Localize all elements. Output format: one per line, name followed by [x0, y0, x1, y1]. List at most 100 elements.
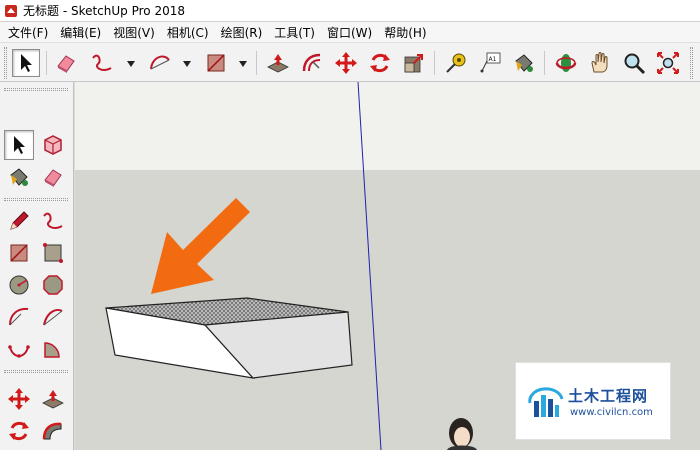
pan-tool-button[interactable]	[586, 49, 614, 77]
freehand-icon	[43, 212, 63, 229]
orbit-tool-button[interactable]	[552, 49, 580, 77]
watermark-name: 土木工程网	[568, 387, 649, 405]
push-pull-tool-button[interactable]	[264, 49, 292, 77]
offset-icon	[302, 53, 321, 72]
sidebar-rotated-rectangle-button[interactable]	[38, 238, 68, 268]
sidebar-push-pull-button[interactable]	[38, 384, 68, 414]
chevron-down-icon[interactable]	[126, 60, 136, 68]
move-icon	[335, 52, 357, 74]
menu-edit[interactable]: 编辑(E)	[56, 24, 105, 41]
menu-camera[interactable]: 相机(C)	[163, 24, 213, 41]
sidebar-grip[interactable]	[4, 370, 68, 373]
menu-bar: 文件(F) 编辑(E) 视图(V) 相机(C) 绘图(R) 工具(T) 窗口(W…	[0, 22, 700, 42]
text-label-icon-caption: A1	[489, 56, 497, 63]
toolbar-grip[interactable]	[4, 47, 7, 79]
move-tool-button[interactable]	[332, 49, 360, 77]
sidebar-paint-bucket-button[interactable]	[4, 162, 34, 192]
rotate-icon	[9, 421, 29, 441]
push-pull-icon	[42, 390, 64, 409]
rotated-rectangle-icon	[43, 243, 63, 263]
sidebar-move-button[interactable]	[4, 384, 34, 414]
eraser-icon	[44, 169, 62, 187]
title-bar: 无标题 - SketchUp Pro 2018	[0, 0, 700, 22]
sketchup-logo-icon	[5, 4, 17, 17]
sidebar-freehand-button[interactable]	[38, 206, 68, 236]
watermark-badge: 土木工程网 www.civilcn.com	[515, 362, 671, 440]
sidebar-select-button[interactable]	[4, 130, 34, 160]
window-title: 无标题 - SketchUp Pro 2018	[23, 4, 185, 18]
sidebar-grip[interactable]	[4, 88, 68, 91]
select-tool-button[interactable]	[12, 49, 40, 77]
two-point-arc-icon	[43, 308, 63, 326]
toolbar-separator	[544, 51, 545, 75]
circle-icon	[9, 275, 29, 295]
sidebar-grip[interactable]	[4, 198, 68, 201]
move-icon	[8, 388, 30, 410]
sky	[75, 82, 700, 170]
sidebar-rotate-button[interactable]	[4, 416, 34, 446]
paint-bucket-icon	[10, 168, 28, 186]
menu-draw[interactable]: 绘图(R)	[217, 24, 267, 41]
chevron-down-icon[interactable]	[182, 60, 192, 68]
toolbar-grip[interactable]	[690, 47, 693, 79]
main-toolbar: A1	[0, 42, 700, 82]
rectangle-tool-button[interactable]	[202, 49, 230, 77]
watermark-url: www.civilcn.com	[570, 407, 653, 418]
sidebar-three-point-arc-button[interactable]	[4, 334, 34, 364]
zoom-icon	[624, 53, 646, 75]
arc-icon	[9, 307, 29, 326]
civilcn-logo-icon	[528, 387, 564, 417]
sidebar-polygon-button[interactable]	[38, 270, 68, 300]
orbit-icon	[555, 54, 577, 72]
chevron-down-icon[interactable]	[238, 60, 248, 68]
push-pull-icon	[267, 54, 289, 73]
paint-bucket-tool-button[interactable]	[510, 49, 538, 77]
freehand-icon	[92, 54, 112, 71]
eraser-tool-button[interactable]	[52, 49, 80, 77]
zoom-extents-tool-button[interactable]	[654, 49, 682, 77]
modeling-viewport[interactable]: 土木工程网 www.civilcn.com	[75, 82, 700, 450]
offset-tool-button[interactable]	[298, 49, 326, 77]
scale-icon	[404, 54, 423, 73]
polygon-icon	[43, 275, 63, 295]
follow-me-icon	[42, 422, 62, 440]
toolbar-separator	[434, 51, 435, 75]
sidebar-rectangle-button[interactable]	[4, 238, 34, 268]
menu-help[interactable]: 帮助(H)	[380, 24, 430, 41]
sidebar-follow-me-button[interactable]	[38, 416, 68, 446]
toolbar-separator	[46, 51, 47, 75]
sidebar-eraser-button[interactable]	[38, 162, 68, 192]
menu-window[interactable]: 窗口(W)	[323, 24, 376, 41]
tape-measure-tool-button[interactable]	[442, 49, 470, 77]
tape-measure-icon	[446, 53, 466, 73]
pan-hand-icon	[591, 52, 608, 73]
sidebar-arc-button[interactable]	[4, 302, 34, 332]
select-arrow-icon	[14, 136, 25, 154]
menu-view[interactable]: 视图(V)	[109, 24, 159, 41]
rectangle-icon	[207, 54, 225, 72]
menu-tools[interactable]: 工具(T)	[270, 24, 319, 41]
menu-file[interactable]: 文件(F)	[4, 24, 52, 41]
zoom-extents-icon	[657, 52, 679, 74]
text-label-tool-button[interactable]: A1	[476, 49, 504, 77]
sidebar-make-component-button[interactable]	[38, 130, 68, 160]
freehand-tool-button[interactable]	[88, 49, 116, 77]
rotate-tool-button[interactable]	[366, 49, 394, 77]
sidebar-line-button[interactable]	[4, 206, 34, 236]
make-component-icon	[44, 135, 62, 155]
sidebar-two-point-arc-button[interactable]	[38, 302, 68, 332]
arc-tool-button[interactable]	[146, 49, 174, 77]
three-point-arc-icon	[8, 345, 30, 358]
arc-icon	[150, 55, 170, 70]
scale-tool-button[interactable]	[400, 49, 428, 77]
sidebar-circle-button[interactable]	[4, 270, 34, 300]
rectangle-icon	[10, 244, 28, 262]
zoom-tool-button[interactable]	[620, 49, 648, 77]
large-tool-set	[0, 82, 74, 450]
paint-bucket-icon	[515, 54, 533, 72]
line-pencil-icon	[10, 211, 29, 230]
pie-icon	[44, 342, 60, 358]
sidebar-pie-button[interactable]	[38, 334, 68, 364]
text-label-icon: A1	[480, 52, 501, 73]
eraser-icon	[57, 55, 75, 73]
